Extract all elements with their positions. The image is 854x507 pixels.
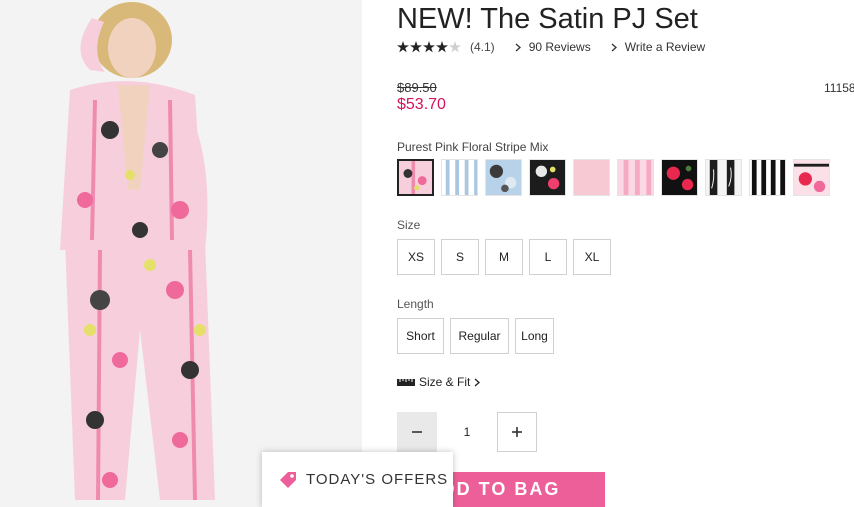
ruler-icon (397, 378, 415, 386)
size-option-s[interactable]: S (441, 239, 479, 275)
swatch-black-white-stripe[interactable] (749, 159, 786, 196)
color-swatches (397, 159, 837, 196)
swatch-pink-stripe[interactable] (617, 159, 654, 196)
swatch-black-floral[interactable] (529, 159, 566, 196)
quantity-stepper: 1 (397, 412, 537, 452)
size-option-xl[interactable]: XL (573, 239, 611, 275)
swatch-blue-stripe[interactable] (441, 159, 478, 196)
length-option-regular[interactable]: Regular (450, 318, 509, 354)
decrease-quantity-button[interactable] (397, 412, 437, 452)
chevron-right-icon (611, 43, 617, 51)
product-sku: 11158 (824, 81, 854, 95)
length-label: Length (397, 297, 434, 311)
star-filled-icon (410, 41, 422, 53)
size-fit-link[interactable]: Size & Fit (397, 375, 488, 389)
swatch-blue-floral[interactable] (485, 159, 522, 196)
swatch-black-script[interactable] (705, 159, 742, 196)
product-photo (0, 0, 362, 507)
chevron-right-icon (474, 378, 481, 386)
swatch-pink-rose-stripe[interactable] (793, 159, 830, 196)
length-option-short[interactable]: Short (397, 318, 444, 354)
size-fit-label: Size & Fit (419, 375, 471, 389)
star-filled-icon (436, 41, 448, 53)
chevron-right-icon (515, 43, 521, 51)
todays-offers-label: TODAY'S OFFERS (306, 471, 449, 488)
rating-value: (4.1) (470, 40, 495, 54)
size-label: Size (397, 218, 421, 232)
length-option-long[interactable]: Long (515, 318, 554, 354)
increase-quantity-button[interactable] (497, 412, 537, 452)
product-title: NEW! The Satin PJ Set (397, 3, 698, 35)
size-option-l[interactable]: L (529, 239, 567, 275)
star-rating (397, 41, 462, 53)
price-tag-icon (280, 471, 296, 488)
write-review-label: Write a Review (624, 40, 706, 54)
star-empty-icon (449, 41, 461, 53)
write-review-link[interactable]: Write a Review (611, 40, 705, 54)
reviews-link[interactable]: 90 Reviews (515, 40, 591, 54)
selected-color-name: Purest Pink Floral Stripe Mix (397, 140, 549, 154)
todays-offers-button[interactable]: TODAY'S OFFERS (262, 452, 453, 507)
plus-icon (512, 427, 522, 437)
reviews-link-label: 90 Reviews (528, 40, 591, 54)
size-option-xs[interactable]: XS (397, 239, 435, 275)
size-options: XS S M L XL (397, 239, 617, 275)
swatch-solid-pink[interactable] (573, 159, 610, 196)
quantity-value[interactable]: 1 (437, 425, 497, 439)
swatch-black-rose[interactable] (661, 159, 698, 196)
size-option-m[interactable]: M (485, 239, 523, 275)
star-filled-icon (397, 41, 409, 53)
rating-row: (4.1) 90 Reviews Write a Review (397, 39, 725, 55)
star-filled-icon (423, 41, 435, 53)
length-options: Short Regular Long (397, 318, 560, 354)
original-price: $89.50 (397, 80, 437, 95)
swatch-pink-floral-stripe[interactable] (397, 159, 434, 196)
sale-price: $53.70 (397, 96, 446, 113)
minus-icon (412, 431, 422, 433)
